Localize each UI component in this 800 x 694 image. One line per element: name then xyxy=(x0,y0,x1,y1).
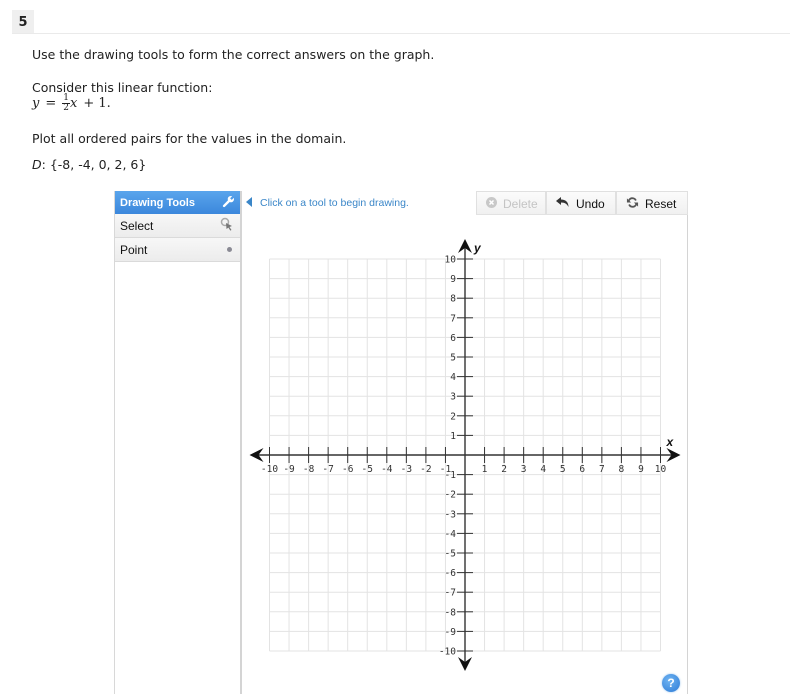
x-tick-label: -3 xyxy=(401,464,412,475)
hint-text: Click on a tool to begin drawing. xyxy=(260,197,409,209)
y-tick-label: -1 xyxy=(445,470,457,481)
equation-fraction: 1 2 xyxy=(62,93,70,113)
y-tick-label: -7 xyxy=(445,588,456,599)
x-tick-label: -8 xyxy=(303,464,315,475)
x-tick-label: -5 xyxy=(362,464,373,475)
delete-button[interactable]: Delete xyxy=(476,191,546,215)
coordinate-graph[interactable]: -10 -9 -8 -7 -6 -5 -4 -3 -2 -1 1 2 3 4 5 6 7 8 9 10-10-9-8-… xyxy=(244,230,689,675)
y-tick-label: 4 xyxy=(450,372,456,383)
consider-text: Consider this linear function: xyxy=(32,80,213,95)
x-tick-label: -4 xyxy=(381,464,393,475)
equation-variable: x xyxy=(70,96,78,111)
y-tick-label: 5 xyxy=(450,353,456,364)
y-tick-label: -6 xyxy=(445,568,457,579)
question-number: 5 xyxy=(12,10,34,34)
x-axis-label: x xyxy=(666,435,675,449)
y-tick-label: -3 xyxy=(445,509,456,520)
reset-button[interactable]: Reset xyxy=(616,191,688,215)
toolbar-hint: Click on a tool to begin drawing. xyxy=(242,191,476,215)
y-tick-label: -4 xyxy=(445,529,457,540)
x-tick-label: 10 xyxy=(655,464,667,475)
y-axis-label: y xyxy=(473,241,482,255)
instruction-text: Use the drawing tools to form the correc… xyxy=(32,47,435,62)
delete-icon xyxy=(486,196,497,211)
x-tick-label: -9 xyxy=(283,464,295,475)
y-tick-label: 3 xyxy=(450,392,456,403)
x-tick-label: 9 xyxy=(638,464,644,475)
equation-rest: + 1. xyxy=(83,96,111,111)
x-tick-label: 5 xyxy=(560,464,566,475)
y-tick-label: 1 xyxy=(450,431,456,442)
y-tick-label: -10 xyxy=(439,647,456,658)
select-cursor-icon xyxy=(220,217,234,234)
x-tick-label: -2 xyxy=(420,464,431,475)
x-tick-label: 8 xyxy=(619,464,625,475)
tool-point-label: Point xyxy=(120,242,148,257)
graph-toolbar: Click on a tool to begin drawing. Delete… xyxy=(242,191,688,215)
y-tick-label: -2 xyxy=(445,490,456,501)
point-dot-icon xyxy=(227,247,232,252)
y-tick-label: -8 xyxy=(445,607,457,618)
tool-select[interactable]: Select xyxy=(115,214,240,238)
drawing-tools-header: Drawing Tools xyxy=(115,191,240,214)
y-tick-label: 6 xyxy=(450,333,456,344)
equation-lhs: y xyxy=(32,96,40,111)
undo-icon xyxy=(556,196,570,211)
help-button[interactable]: ? xyxy=(662,674,680,692)
plot-prompt: Plot all ordered pairs for the values in… xyxy=(32,131,347,146)
domain-set: D: {-8, -4, 0, 2, 6} xyxy=(32,157,147,172)
y-tick-label: -9 xyxy=(445,627,457,638)
x-tick-label: 4 xyxy=(540,464,546,475)
undo-button[interactable]: Undo xyxy=(546,191,616,215)
equation: y = 1 2 x + 1. xyxy=(32,94,111,113)
x-tick-label: -10 xyxy=(261,464,278,475)
divider xyxy=(12,33,790,34)
x-tick-label: 2 xyxy=(501,464,507,475)
drawing-tools-panel: Drawing Tools Select Point xyxy=(114,191,242,694)
collapse-arrow-icon[interactable] xyxy=(246,196,252,210)
toolbar-divider xyxy=(476,214,688,215)
y-tick-label: 10 xyxy=(445,255,457,266)
x-tick-label: 6 xyxy=(579,464,585,475)
wrench-icon[interactable] xyxy=(222,195,235,211)
y-tick-label: 9 xyxy=(450,274,456,285)
y-tick-label: 2 xyxy=(450,411,456,422)
x-tick-label: 1 xyxy=(482,464,488,475)
x-tick-label: 3 xyxy=(521,464,527,475)
drawing-tools-title: Drawing Tools xyxy=(120,196,195,209)
y-tick-label: -5 xyxy=(445,549,456,560)
equation-equals: = xyxy=(45,96,57,111)
x-tick-label: 7 xyxy=(599,464,605,475)
x-tick-label: -7 xyxy=(322,464,333,475)
tool-point[interactable]: Point xyxy=(115,238,240,262)
tool-select-label: Select xyxy=(120,218,154,233)
y-tick-label: 7 xyxy=(450,313,456,324)
x-tick-label: -6 xyxy=(342,464,354,475)
reset-icon xyxy=(626,196,639,212)
y-tick-label: 8 xyxy=(450,294,456,305)
